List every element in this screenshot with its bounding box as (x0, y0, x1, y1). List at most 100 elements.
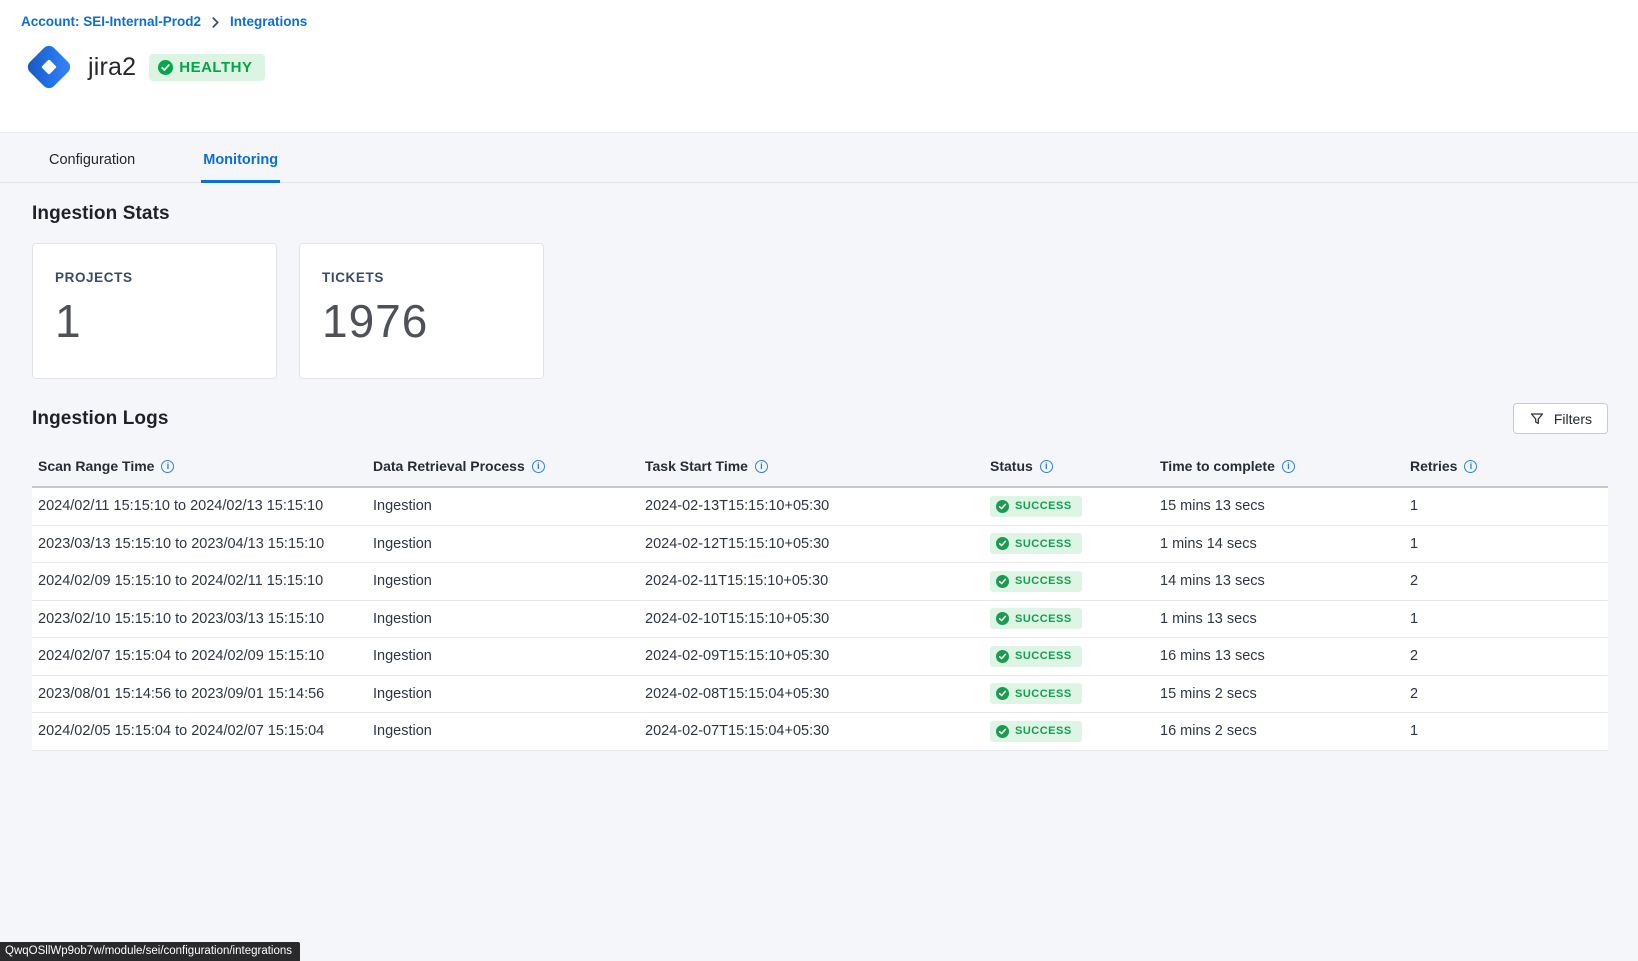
status-badge-label: SUCCESS (1015, 575, 1072, 587)
cell-time-to-complete: 15 mins 13 secs (1160, 498, 1410, 514)
cell-status: SUCCESS (990, 683, 1160, 704)
status-badge: SUCCESS (990, 608, 1082, 629)
table-body: 2024/02/11 15:15:10 to 2024/02/13 15:15:… (32, 488, 1608, 751)
check-circle-icon (996, 537, 1009, 550)
ingestion-logs-table: Scan Range Time i Data Retrieval Process… (32, 446, 1608, 751)
status-badge: SUCCESS (990, 571, 1082, 592)
cell-data-retrieval-process: Ingestion (373, 536, 645, 552)
cell-retries: 1 (1410, 536, 1608, 552)
breadcrumb-account-link[interactable]: Account: SEI-Internal-Prod2 (21, 14, 201, 29)
cell-retries: 2 (1410, 573, 1608, 589)
cell-scan-range-time: 2024/02/09 15:15:10 to 2024/02/11 15:15:… (38, 573, 373, 589)
health-status-badge: HEALTHY (149, 54, 265, 81)
cell-data-retrieval-process: Ingestion (373, 648, 645, 664)
cell-retries: 2 (1410, 648, 1608, 664)
stat-label: TICKETS (322, 270, 521, 285)
table-header: Scan Range Time i Data Retrieval Process… (32, 446, 1608, 488)
column-header-retries: Retries i (1410, 458, 1608, 474)
cell-task-start-time: 2024-02-13T15:15:10+05:30 (645, 498, 990, 514)
info-icon[interactable]: i (1040, 460, 1053, 473)
tab-monitoring[interactable]: Monitoring (201, 133, 280, 183)
cell-status: SUCCESS (990, 496, 1160, 517)
breadcrumb-integrations-link[interactable]: Integrations (230, 14, 307, 29)
cell-retries: 2 (1410, 686, 1608, 702)
status-badge: SUCCESS (990, 496, 1082, 517)
stat-value: 1 (55, 294, 254, 348)
table-row: 2023/03/13 15:15:10 to 2023/04/13 15:15:… (32, 526, 1608, 564)
stat-label: PROJECTS (55, 270, 254, 285)
status-badge: SUCCESS (990, 533, 1082, 554)
column-header-scan-range-time: Scan Range Time i (38, 458, 373, 474)
health-status-label: HEALTHY (179, 59, 252, 76)
cell-retries: 1 (1410, 611, 1608, 627)
status-badge-label: SUCCESS (1015, 500, 1072, 512)
cell-data-retrieval-process: Ingestion (373, 686, 645, 702)
table-row: 2023/08/01 15:14:56 to 2023/09/01 15:14:… (32, 676, 1608, 714)
filters-button[interactable]: Filters (1513, 403, 1608, 434)
status-badge-label: SUCCESS (1015, 650, 1072, 662)
cell-task-start-time: 2024-02-11T15:15:10+05:30 (645, 573, 990, 589)
cell-time-to-complete: 15 mins 2 secs (1160, 686, 1410, 702)
cell-retries: 1 (1410, 723, 1608, 739)
filter-icon (1529, 411, 1545, 427)
filters-button-label: Filters (1554, 411, 1592, 427)
main-content: Ingestion Stats PROJECTS 1 TICKETS 1976 … (0, 203, 1638, 751)
table-row: 2024/02/11 15:15:10 to 2024/02/13 15:15:… (32, 488, 1608, 526)
tab-bar: Configuration Monitoring (0, 133, 1638, 183)
check-circle-icon (996, 500, 1009, 513)
check-circle-icon (996, 575, 1009, 588)
info-icon[interactable]: i (755, 460, 768, 473)
cell-time-to-complete: 16 mins 2 secs (1160, 723, 1410, 739)
column-header-status: Status i (990, 458, 1160, 474)
tab-configuration[interactable]: Configuration (47, 133, 137, 183)
stat-cards: PROJECTS 1 TICKETS 1976 (32, 243, 1608, 379)
cell-time-to-complete: 1 mins 13 secs (1160, 611, 1410, 627)
status-badge: SUCCESS (990, 683, 1082, 704)
status-badge: SUCCESS (990, 646, 1082, 667)
status-badge-label: SUCCESS (1015, 613, 1072, 625)
info-icon[interactable]: i (1464, 460, 1477, 473)
page-header: Account: SEI-Internal-Prod2 Integrations… (0, 0, 1638, 133)
cell-data-retrieval-process: Ingestion (373, 723, 645, 739)
table-row: 2023/02/10 15:15:10 to 2023/03/13 15:15:… (32, 601, 1608, 639)
check-circle-icon (996, 725, 1009, 738)
cell-scan-range-time: 2023/08/01 15:14:56 to 2023/09/01 15:14:… (38, 686, 373, 702)
ingestion-logs-heading: Ingestion Logs (32, 408, 169, 430)
table-row: 2024/02/07 15:15:04 to 2024/02/09 15:15:… (32, 638, 1608, 676)
stat-card-tickets: TICKETS 1976 (299, 243, 544, 379)
stat-value: 1976 (322, 294, 521, 348)
table-row: 2024/02/09 15:15:10 to 2024/02/11 15:15:… (32, 563, 1608, 601)
cell-time-to-complete: 14 mins 13 secs (1160, 573, 1410, 589)
cell-task-start-time: 2024-02-09T15:15:10+05:30 (645, 648, 990, 664)
cell-task-start-time: 2024-02-10T15:15:10+05:30 (645, 611, 990, 627)
cell-time-to-complete: 1 mins 14 secs (1160, 536, 1410, 552)
cell-status: SUCCESS (990, 571, 1160, 592)
cell-scan-range-time: 2023/03/13 15:15:10 to 2023/04/13 15:15:… (38, 536, 373, 552)
check-circle-icon (996, 612, 1009, 625)
status-badge-label: SUCCESS (1015, 688, 1072, 700)
cell-retries: 1 (1410, 498, 1608, 514)
status-badge-label: SUCCESS (1015, 725, 1072, 737)
check-circle-icon (996, 687, 1009, 700)
table-row: 2024/02/05 15:15:04 to 2024/02/07 15:15:… (32, 713, 1608, 751)
status-badge: SUCCESS (990, 721, 1082, 742)
column-header-task-start-time: Task Start Time i (645, 458, 990, 474)
cell-status: SUCCESS (990, 646, 1160, 667)
check-circle-icon (158, 60, 173, 75)
info-icon[interactable]: i (161, 460, 174, 473)
page-title: jira2 (88, 53, 136, 82)
breadcrumb: Account: SEI-Internal-Prod2 Integrations (21, 14, 1638, 29)
link-preview-statusbar: QwqOSllWp9ob7w/module/sei/configuration/… (0, 942, 300, 961)
info-icon[interactable]: i (1282, 460, 1295, 473)
cell-time-to-complete: 16 mins 13 secs (1160, 648, 1410, 664)
stat-card-projects: PROJECTS 1 (32, 243, 277, 379)
column-header-time-to-complete: Time to complete i (1160, 458, 1410, 474)
cell-data-retrieval-process: Ingestion (373, 573, 645, 589)
info-icon[interactable]: i (532, 460, 545, 473)
cell-scan-range-time: 2023/02/10 15:15:10 to 2023/03/13 15:15:… (38, 611, 373, 627)
cell-task-start-time: 2024-02-08T15:15:04+05:30 (645, 686, 990, 702)
column-header-data-retrieval-process: Data Retrieval Process i (373, 458, 645, 474)
cell-task-start-time: 2024-02-07T15:15:04+05:30 (645, 723, 990, 739)
cell-status: SUCCESS (990, 533, 1160, 554)
cell-data-retrieval-process: Ingestion (373, 611, 645, 627)
